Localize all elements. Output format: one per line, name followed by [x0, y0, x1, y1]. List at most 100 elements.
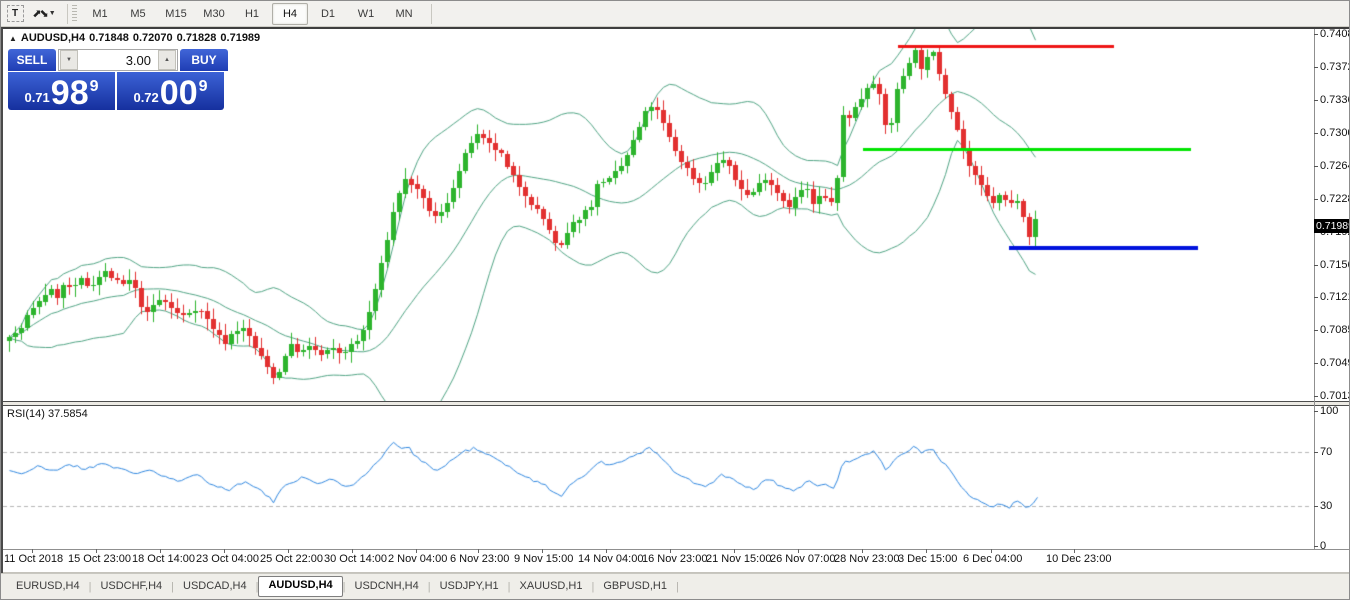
rsi-axis-tick — [1314, 411, 1318, 412]
timeframe-button-h1[interactable]: H1 — [234, 3, 270, 25]
timeframe-button-m15[interactable]: M15 — [158, 3, 194, 25]
rsi-indicator-canvas[interactable] — [3, 406, 1314, 549]
buy-price-box[interactable]: 0.72 00 9 — [117, 72, 224, 110]
rsi-axis-label: 70 — [1320, 446, 1332, 458]
current-price-badge: 0.71989 — [1314, 219, 1350, 233]
chart-tab-usdjpy-h1[interactable]: USDJPY,H1 — [431, 577, 508, 596]
volume-decrease-button[interactable]: ▼ — [60, 50, 78, 70]
volume-spinner: ▼ 3.00 ▲ — [58, 49, 178, 71]
rsi-axis-tick — [1314, 506, 1318, 507]
price-axis-tick — [1314, 133, 1318, 134]
price-axis-label: 0.74080 — [1320, 28, 1350, 40]
open-value: 0.71848 — [89, 32, 129, 44]
timeframe-button-m1[interactable]: M1 — [82, 3, 118, 25]
arrange-arrows-icon[interactable]: ⬈⬊ ▼ — [29, 5, 59, 23]
timeframe-button-h4[interactable]: H4 — [272, 3, 308, 25]
time-axis-label: 25 Oct 22:00 — [260, 553, 323, 565]
price-axis-label: 0.73000 — [1320, 127, 1350, 139]
buy-price-prefix: 0.72 — [133, 90, 158, 105]
sell-button[interactable]: SELL — [8, 49, 56, 71]
chart-tab-usdcad-h4[interactable]: USDCAD,H4 — [174, 577, 256, 596]
chart-tab-usdcnh-h4[interactable]: USDCNH,H4 — [346, 577, 428, 596]
chart-tab-eurusd-h4[interactable]: EURUSD,H4 — [7, 577, 89, 596]
price-axis-tick — [1314, 199, 1318, 200]
time-axis-label: 9 Nov 15:00 — [514, 553, 573, 565]
time-axis-label: 30 Oct 14:00 — [324, 553, 387, 565]
pane-splitter[interactable] — [3, 401, 1349, 406]
dropdown-caret-icon[interactable]: ▼ — [49, 10, 56, 17]
time-axis-label: 6 Dec 04:00 — [963, 553, 1022, 565]
price-axis-label: 0.71210 — [1320, 291, 1350, 303]
price-axis-label: 0.72640 — [1320, 160, 1350, 172]
text-label-tool-icon[interactable]: T — [5, 5, 25, 23]
price-axis-tick — [1314, 396, 1318, 397]
price-axis-tick — [1314, 265, 1318, 266]
timeframe-button-w1[interactable]: W1 — [348, 3, 384, 25]
volume-value[interactable]: 3.00 — [79, 53, 157, 68]
price-axis-label: 0.73360 — [1320, 94, 1350, 106]
price-axis-label: 0.72280 — [1320, 193, 1350, 205]
buy-price-pip: 9 — [199, 78, 208, 96]
sell-price-big: 98 — [51, 76, 89, 110]
timeframe-buttons: M1M5M15M30H1H4D1W1MN — [81, 3, 423, 25]
price-axis-divider — [1314, 29, 1315, 549]
price-axis-tick — [1314, 34, 1318, 35]
toolbar-separator-end — [431, 4, 432, 24]
chart-tab-xauusd-h1[interactable]: XAUUSD,H1 — [511, 577, 592, 596]
tab-separator: | — [676, 581, 679, 593]
chart-tab-usdchf-h4[interactable]: USDCHF,H4 — [91, 577, 171, 596]
price-axis-tick — [1314, 67, 1318, 68]
sell-price-prefix: 0.71 — [24, 90, 49, 105]
time-axis-label: 16 Nov 23:00 — [642, 553, 707, 565]
timeframe-button-m5[interactable]: M5 — [120, 3, 156, 25]
mt4-terminal-window: T ⬈⬊ ▼ M1M5M15M30H1H4D1W1MN ▲ AUDUSD,H4 0.… — [0, 0, 1350, 600]
price-axis-label: 0.70490 — [1320, 357, 1350, 369]
time-axis-border — [3, 549, 1349, 550]
buy-price-big: 00 — [160, 76, 198, 110]
time-axis-label: 2 Nov 04:00 — [388, 553, 447, 565]
time-axis-label: 10 Dec 23:00 — [1046, 553, 1111, 565]
rsi-axis-tick — [1314, 546, 1318, 547]
chart-tab-bar: EURUSD,H4|USDCHF,H4|USDCAD,H4|AUDUSD,H4|… — [1, 573, 1350, 599]
symbol-period-label: AUDUSD,H4 — [21, 32, 85, 44]
time-axis-label: 28 Nov 23:00 — [834, 553, 899, 565]
price-axis-tick — [1314, 166, 1318, 167]
volume-increase-button[interactable]: ▲ — [158, 50, 176, 70]
toolbar-separator — [67, 4, 68, 24]
price-axis-label: 0.71560 — [1320, 259, 1350, 271]
price-axis-label: 0.70850 — [1320, 324, 1350, 336]
text-tool-glyph: T — [7, 5, 24, 22]
sell-price-pip: 9 — [90, 78, 99, 96]
chart-tab-gbpusd-h1[interactable]: GBPUSD,H1 — [594, 577, 676, 596]
timeframe-button-m30[interactable]: M30 — [196, 3, 232, 25]
toolbar-grip-handle[interactable] — [72, 5, 77, 23]
price-axis-tick — [1314, 297, 1318, 298]
timeframe-button-mn[interactable]: MN — [386, 3, 422, 25]
price-axis-tick — [1314, 363, 1318, 364]
low-value: 0.71828 — [177, 32, 217, 44]
chart-window: ▲AUDUSD,H40.718480.720700.718280.71989 S… — [1, 27, 1350, 573]
rsi-axis-label: 100 — [1320, 405, 1338, 417]
price-axis-label: 0.70130 — [1320, 390, 1350, 402]
timeframe-button-d1[interactable]: D1 — [310, 3, 346, 25]
sell-price-box[interactable]: 0.71 98 9 — [8, 72, 115, 110]
high-value: 0.72070 — [133, 32, 173, 44]
one-click-trading-panel: SELL ▼ 3.00 ▲ BUY 0.71 98 9 0.72 00 9 — [8, 49, 228, 110]
collapse-trade-panel-icon[interactable]: ▲ — [9, 34, 17, 43]
time-axis-label: 23 Oct 04:00 — [196, 553, 259, 565]
price-axis-label: 0.73720 — [1320, 61, 1350, 73]
rsi-axis-label: 30 — [1320, 500, 1332, 512]
buy-button[interactable]: BUY — [180, 49, 228, 71]
time-axis-label: 14 Nov 04:00 — [578, 553, 643, 565]
rsi-axis-tick — [1314, 452, 1318, 453]
ohlc-header: ▲AUDUSD,H40.718480.720700.718280.71989 — [9, 32, 264, 44]
time-axis-label: 21 Nov 15:00 — [706, 553, 771, 565]
time-axis-label: 15 Oct 23:00 — [68, 553, 131, 565]
arrows-glyph: ⬈⬊ — [32, 7, 46, 20]
rsi-indicator-label: RSI(14) 37.5854 — [7, 408, 88, 420]
time-axis-label: 3 Dec 15:00 — [898, 553, 957, 565]
chart-tab-audusd-h4[interactable]: AUDUSD,H4 — [258, 576, 342, 597]
time-axis-label: 26 Nov 07:00 — [770, 553, 835, 565]
timeframe-toolbar: T ⬈⬊ ▼ M1M5M15M30H1H4D1W1MN — [1, 1, 1349, 27]
time-axis-label: 6 Nov 23:00 — [450, 553, 509, 565]
